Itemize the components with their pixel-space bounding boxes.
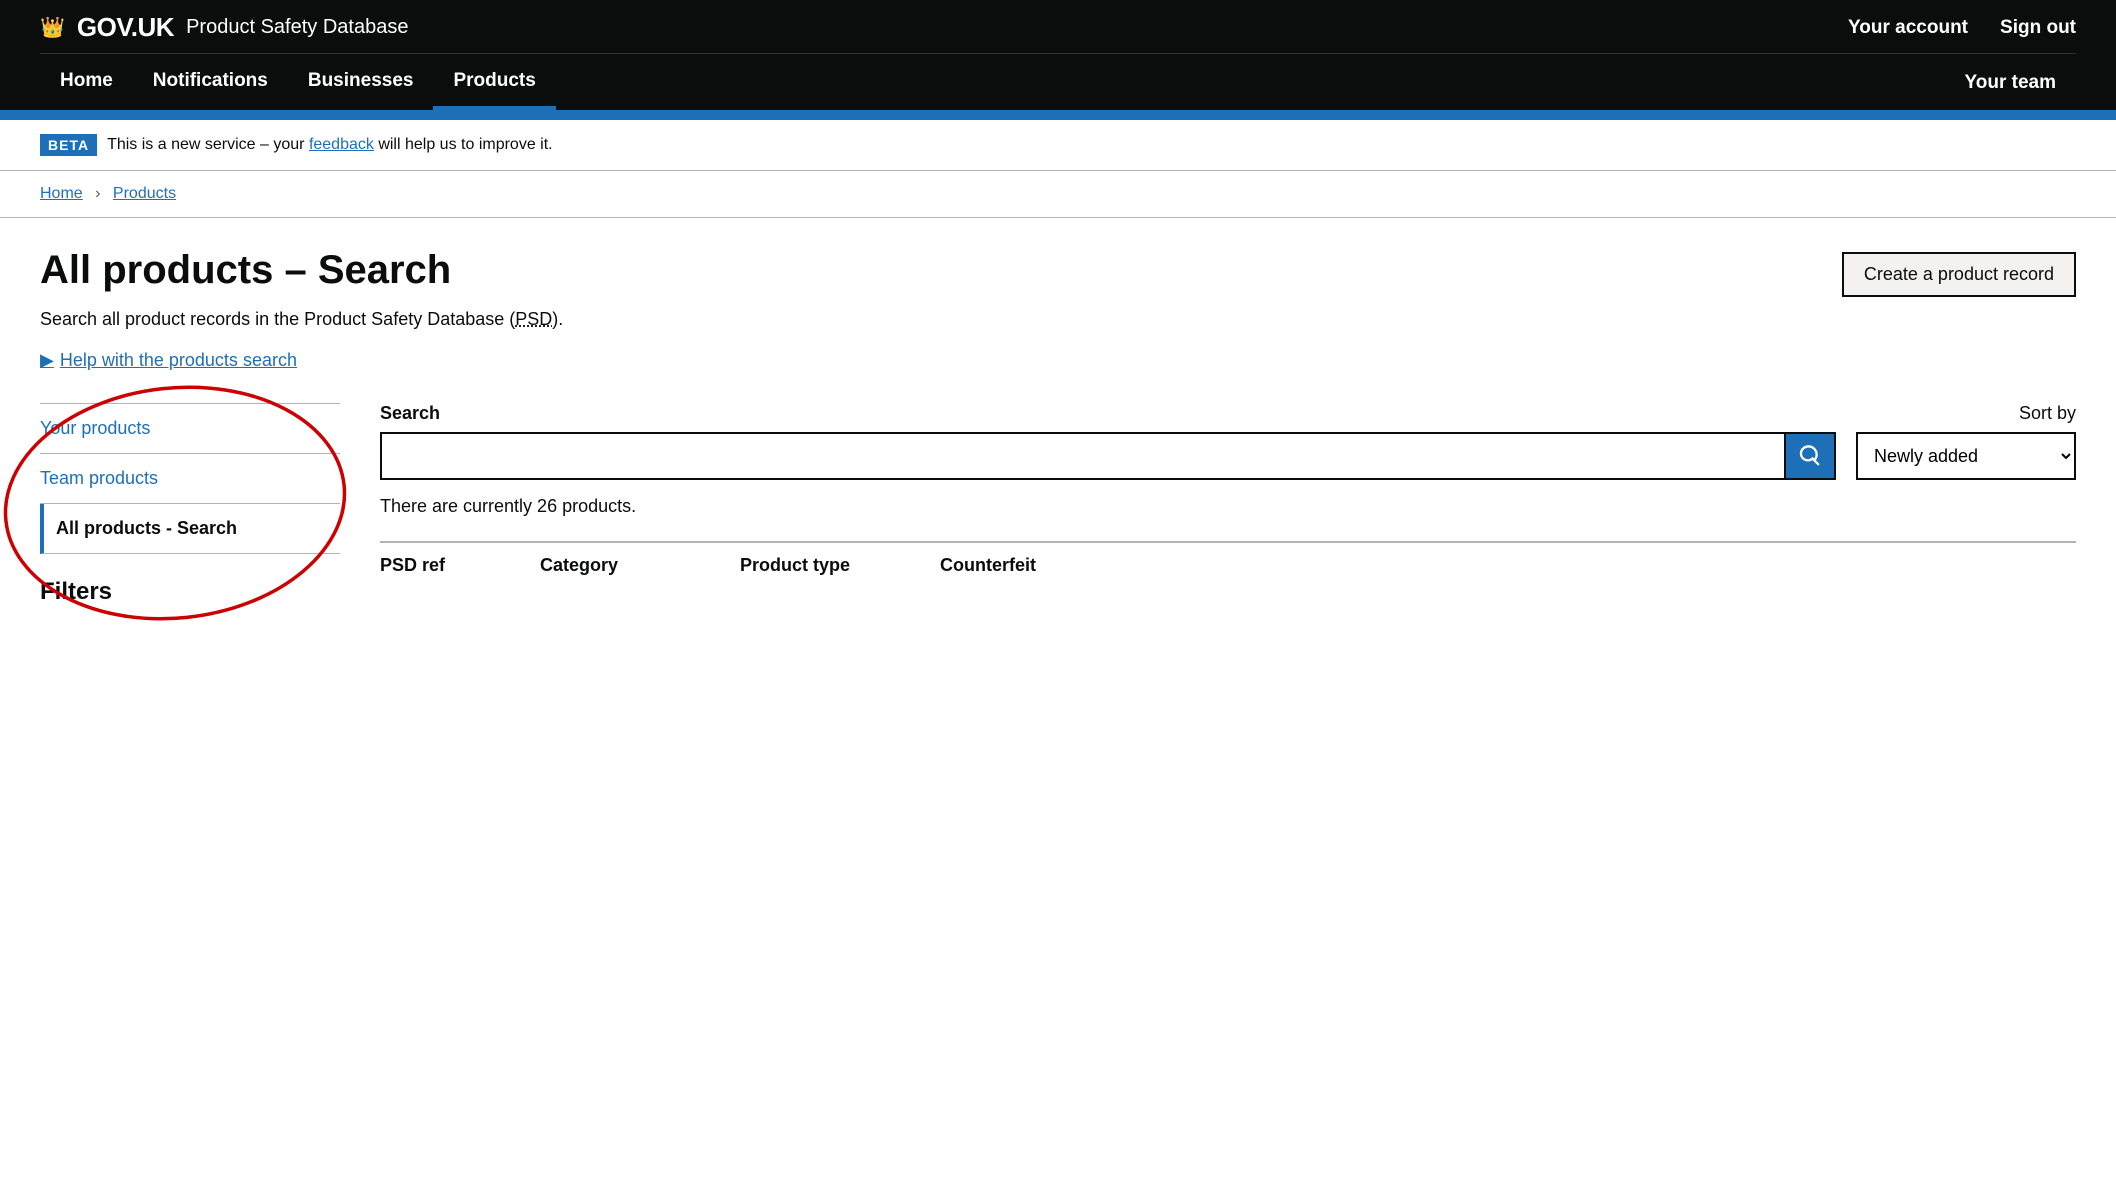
two-column-layout: Your products Team products All products…	[40, 403, 2076, 606]
page-description: Search all product records in the Produc…	[40, 309, 2076, 330]
filters-heading: Filters	[40, 578, 340, 606]
gov-uk-text: GOV.UK	[77, 12, 174, 43]
right-content: Search Sort by Newly added Na	[340, 403, 2076, 606]
sidebar-item-your-products[interactable]: Your products	[40, 404, 340, 454]
table-header-counterfeit: Counterfeit	[940, 555, 2076, 576]
nav-item-notifications[interactable]: Notifications	[133, 54, 288, 110]
sort-label: Sort by	[2019, 403, 2076, 424]
sidebar-link-your-products[interactable]: Your products	[40, 404, 340, 453]
your-account-link[interactable]: Your account	[1848, 17, 1968, 39]
search-label: Search	[380, 403, 1836, 424]
breadcrumb-current[interactable]: Products	[113, 185, 176, 202]
page-header-row: All products – Search Create a product r…	[40, 248, 2076, 297]
nav-link-products[interactable]: Products	[433, 54, 555, 110]
main-nav: Home Notifications Businesses Products Y…	[40, 54, 2076, 110]
nav-item-businesses[interactable]: Businesses	[288, 54, 434, 110]
table-header-product-type: Product type	[740, 555, 940, 576]
page-title: All products – Search	[40, 248, 451, 292]
blue-accent-bar	[0, 110, 2116, 120]
nav-item-home[interactable]: Home	[40, 54, 133, 110]
search-section: Search	[380, 403, 1836, 480]
sidebar-link-team-products[interactable]: Team products	[40, 454, 340, 503]
beta-text: This is a new service – your feedback wi…	[107, 136, 553, 154]
sidebar-nav: Your products Team products All products…	[40, 403, 340, 554]
nav-link-notifications[interactable]: Notifications	[133, 54, 288, 106]
sign-out-link[interactable]: Sign out	[2000, 17, 2076, 39]
breadcrumb-home[interactable]: Home	[40, 185, 83, 202]
nav-right: Your team	[1944, 56, 2076, 108]
beta-tag: BETA	[40, 134, 97, 156]
help-link[interactable]: ▶ Help with the products search	[40, 350, 2076, 371]
nav-item-products[interactable]: Products	[433, 54, 555, 110]
sort-section: Sort by Newly added Name A-Z Name Z-A	[1856, 403, 2076, 480]
table-header-category: Category	[540, 555, 740, 576]
breadcrumb: Home › Products	[0, 171, 2116, 218]
sidebar: Your products Team products All products…	[40, 403, 340, 606]
sidebar-link-all-products[interactable]: All products - Search	[56, 504, 340, 553]
beta-banner: BETA This is a new service – your feedba…	[0, 120, 2116, 171]
feedback-link[interactable]: feedback	[309, 136, 374, 153]
table-header-psd-ref: PSD ref	[380, 555, 540, 576]
search-button[interactable]	[1784, 432, 1836, 480]
triangle-icon: ▶	[40, 350, 54, 371]
search-icon	[1799, 445, 1821, 467]
service-name: Product Safety Database	[186, 16, 408, 39]
crown-icon: 👑	[40, 15, 65, 40]
main-content: All products – Search Create a product r…	[0, 218, 2116, 646]
breadcrumb-separator: ›	[95, 185, 100, 202]
site-header: 👑 GOV.UK Product Safety Database Your ac…	[0, 0, 2116, 110]
nav-link-home[interactable]: Home	[40, 54, 133, 106]
header-top-links: Your account Sign out	[1848, 17, 2076, 39]
search-input-row	[380, 432, 1836, 480]
psd-abbr: PSD	[515, 309, 552, 329]
search-sort-row: Search Sort by Newly added Na	[380, 403, 2076, 480]
header-logo: 👑 GOV.UK Product Safety Database	[40, 12, 408, 43]
table-headers: PSD ref Category Product type Counterfei…	[380, 541, 2076, 576]
nav-link-businesses[interactable]: Businesses	[288, 54, 434, 106]
nav-list: Home Notifications Businesses Products	[40, 54, 556, 110]
product-count: There are currently 26 products.	[380, 496, 2076, 517]
your-team-link[interactable]: Your team	[1944, 56, 2076, 108]
create-product-record-button[interactable]: Create a product record	[1842, 252, 2076, 297]
sort-select[interactable]: Newly added Name A-Z Name Z-A	[1856, 432, 2076, 480]
sidebar-item-all-products[interactable]: All products - Search	[40, 504, 340, 554]
sidebar-item-team-products[interactable]: Team products	[40, 454, 340, 504]
search-input[interactable]	[380, 432, 1784, 480]
